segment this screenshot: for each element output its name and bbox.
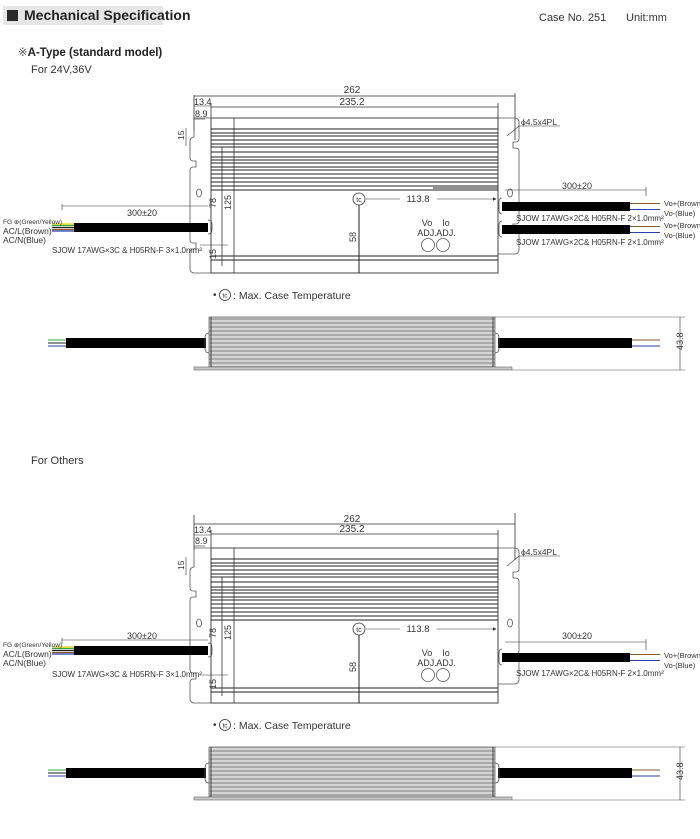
tc-symbol: tc [356, 627, 362, 634]
tc-legend-others: • tc : Max. Case Temperature [213, 719, 351, 732]
top-view-24v36v: 262 235.2 13.4 8.9 15 78 125 15 tc 58 11… [3, 85, 700, 274]
tc-legend-text: : Max. Case Temperature [233, 290, 351, 302]
dim-body-length: 235.2 [339, 524, 364, 535]
acn-label: AC/N(Blue) [3, 235, 46, 245]
dim-mount-hole: ϕ4.5x4PL [521, 547, 557, 557]
dim-height-overall: 125 [223, 625, 233, 640]
vo-adj-label-top: Vo [422, 218, 433, 228]
dim-height-mount: 78 [208, 198, 218, 208]
dim-tc-distance: 113.8 [406, 624, 429, 635]
dim-overall-length: 262 [344, 85, 361, 96]
dim-offset-b: 8.9 [195, 536, 208, 546]
io-adj-label-top: Io [442, 648, 450, 658]
output-1-neg-label: Vo-(Blue) [664, 661, 696, 670]
fg-label: FG ⊕(Green/Yellow) [3, 219, 62, 226]
io-adj-label-top: Io [442, 218, 450, 228]
top-view-others: 262 235.2 13.4 8.9 15 78 125 15 tc 58 11… [3, 513, 700, 704]
dim-offset-a: 13.4 [194, 97, 212, 107]
vo-adj-potentiometer [421, 238, 435, 252]
dim-height-overall: 125 [223, 195, 233, 210]
svg-text:•: • [213, 720, 217, 731]
svg-text:•: • [213, 290, 217, 301]
vo-adj-label-bottom: ADJ. [417, 228, 437, 238]
output-1-pos-label: Vo+(Brown) [664, 199, 700, 208]
tc-legend-text: : Max. Case Temperature [233, 720, 351, 732]
output-1-spec: SJOW 17AWG×2C& H05RN-F 2×1.0mm² [516, 214, 664, 223]
output-1-spec: SJOW 17AWG×2C& H05RN-F 2×1.0mm² [516, 669, 664, 678]
dim-tc-height: 58 [348, 662, 358, 672]
svg-text:tc: tc [222, 723, 228, 730]
side-view-others: 43.8 [48, 746, 685, 801]
output-2-neg-label: Vo-(Blue) [664, 231, 696, 240]
dim-side-height: 43.8 [675, 762, 685, 780]
output-cable-1 [502, 653, 630, 662]
vo-adj-potentiometer [421, 668, 435, 682]
output-cable-2 [502, 225, 630, 234]
input-cable [74, 646, 208, 655]
output-1-pos-label: Vo+(Brown) [664, 651, 700, 660]
svg-text:tc: tc [222, 293, 228, 300]
dim-body-length: 235.2 [339, 97, 364, 108]
io-adj-potentiometer [436, 668, 450, 682]
output-cable-length: 300±20 [562, 181, 592, 191]
output-1-neg-label: Vo-(Blue) [664, 209, 696, 218]
dim-height-mount: 78 [208, 628, 218, 638]
output-cable-length: 300±20 [562, 631, 592, 641]
side-view-24v36v: 43.8 [48, 316, 685, 371]
dim-slot: 15 [176, 560, 186, 570]
dim-bottom-offset: 15 [208, 249, 218, 259]
io-adj-label-bottom: ADJ. [436, 658, 456, 668]
dim-offset-a: 13.4 [194, 525, 212, 535]
side-output-cable [498, 768, 632, 778]
side-output-cable [498, 338, 632, 348]
tc-symbol: tc [356, 197, 362, 204]
acn-label: AC/N(Blue) [3, 658, 46, 668]
tc-legend-24v36v: • tc : Max. Case Temperature [213, 289, 351, 302]
fg-label: FG ⊕(Green/Yellow) [3, 642, 62, 649]
input-cable-length: 300±20 [127, 208, 157, 218]
dim-offset-b: 8.9 [195, 109, 208, 119]
mechanical-drawings: 262 235.2 13.4 8.9 15 78 125 15 tc 58 11… [3, 85, 700, 801]
dim-mount-hole: ϕ4.5x4PL [521, 117, 557, 127]
input-cable [74, 223, 208, 232]
input-cable-spec: SJOW 17AWG×3C & H05RN-F 3×1.0mm² [52, 246, 202, 255]
output-2-spec: SJOW 17AWG×2C& H05RN-F 2×1.0mm² [516, 238, 664, 247]
io-adj-label-bottom: ADJ. [436, 228, 456, 238]
dim-tc-height: 58 [348, 232, 358, 242]
side-input-cable [66, 338, 206, 348]
input-cable-length: 300±20 [127, 631, 157, 641]
dim-tc-distance: 113.8 [406, 194, 429, 205]
input-cable-spec: SJOW 17AWG×3C & H05RN-F 3×1.0mm² [52, 670, 202, 679]
vo-adj-label-top: Vo [422, 648, 433, 658]
dim-slot: 15 [176, 130, 186, 140]
vo-adj-label-bottom: ADJ. [417, 658, 437, 668]
output-cable-1 [502, 202, 630, 211]
output-2-pos-label: Vo+(Brown) [664, 221, 700, 230]
side-input-cable [66, 768, 206, 778]
dim-bottom-offset: 15 [208, 679, 218, 689]
io-adj-potentiometer [436, 238, 450, 252]
dim-side-height: 43.8 [675, 332, 685, 350]
